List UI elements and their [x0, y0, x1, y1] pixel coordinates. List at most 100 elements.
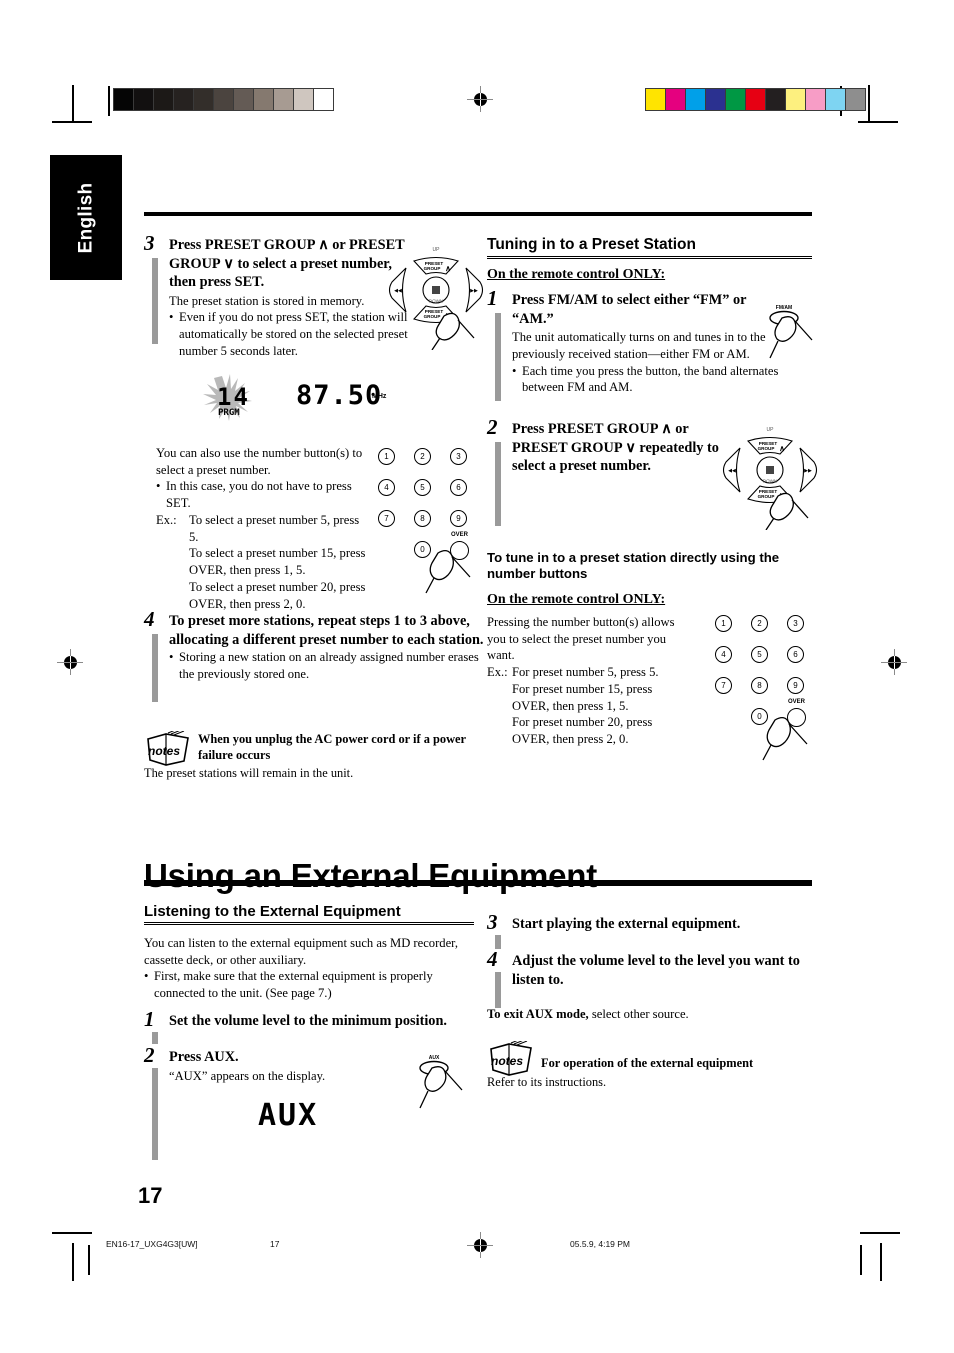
registration-mark-left [57, 649, 83, 675]
registration-mark-top [467, 86, 493, 112]
keypad-key-2[interactable]: 2 [751, 615, 768, 632]
swatch-7 [254, 89, 274, 110]
swatch-5 [214, 89, 234, 110]
preset-note-bullet: In this case, you do not have to press S… [156, 478, 366, 511]
footer-date: 05.5.9, 4:19 PM [570, 1239, 631, 1249]
swatch-1 [134, 89, 154, 110]
external-step-3-number: 3 [487, 910, 498, 934]
crop-mark-tl-v2 [108, 86, 110, 116]
section-title-tuning: Tuning in to a Preset Station [487, 236, 812, 259]
svg-text:∧: ∧ [779, 444, 785, 453]
swatch-6 [766, 89, 786, 110]
remote-fm-am-button-illustration[interactable]: FM/AM [762, 300, 824, 362]
swatch-3 [174, 89, 194, 110]
step-r1-number: 1 [487, 286, 498, 310]
lcd-display-aux: AUX [258, 1098, 319, 1133]
pointing-finger-icon-keypad-1 [425, 549, 471, 594]
notes-block-left: notes When you unplug the AC power cord … [144, 728, 496, 781]
step-r2-number: 2 [487, 415, 498, 439]
direct-tuning-subheading: To tune in to a preset station directly … [487, 550, 780, 582]
keypad-key-9[interactable]: 9 [450, 510, 467, 527]
top-rule [144, 212, 812, 216]
keypad-key-1[interactable]: 1 [378, 448, 395, 465]
exit-aux-bold: To exit AUX mode, [487, 1007, 589, 1021]
exit-aux-note: To exit AUX mode, select other source. [487, 1006, 812, 1023]
keypad-key-3[interactable]: 3 [450, 448, 467, 465]
external-intro: You can listen to the external equipment… [144, 936, 459, 967]
keypad-key-5[interactable]: 5 [414, 479, 431, 496]
step-r2-heading: Press PRESET GROUP ∧ or PRESET GROUP ∨ r… [512, 421, 719, 475]
step-4-bullet-1: Storing a new station on an already assi… [169, 649, 497, 682]
step-r1-bullet-1: Each time you press the button, the band… [512, 363, 810, 396]
keypad-key-7[interactable]: 7 [715, 677, 732, 694]
keypad-key-8[interactable]: 8 [414, 510, 431, 527]
step-r1-bar [495, 313, 501, 401]
swatch-10 [314, 89, 333, 110]
swatch-4 [194, 89, 214, 110]
direct-tuning-body: Pressing the number button(s) allows you… [487, 615, 675, 663]
step-r2-bar [495, 442, 501, 526]
keypad-key-4[interactable]: 4 [715, 646, 732, 663]
lcd-preset-number: 14 [217, 383, 250, 411]
keypad-key-5[interactable]: 5 [751, 646, 768, 663]
keypad-key-6[interactable]: 6 [450, 479, 467, 496]
svg-text:notes: notes [491, 1054, 523, 1068]
lcd-frequency: 87.50 [296, 380, 383, 411]
lcd-display-preset: 14 PRGM 87.50 MHz [200, 372, 400, 432]
swatch-0 [646, 89, 666, 110]
swatch-1 [666, 89, 686, 110]
svg-text:GROUP: GROUP [424, 314, 441, 319]
remote-aux-button-illustration[interactable]: AUX [412, 1050, 474, 1112]
lcd-frequency-unit: MHz [372, 393, 387, 400]
footer-page: 17 [270, 1239, 280, 1249]
swatch-6 [234, 89, 254, 110]
keypad-key-3[interactable]: 3 [787, 615, 804, 632]
external-intro-bullet: First, make sure that the external equip… [144, 968, 474, 1001]
step-4-heading: To preset more stations, repeat steps 1 … [169, 613, 484, 648]
keypad-key-4[interactable]: 4 [378, 479, 395, 496]
crop-mark-tr-v [868, 85, 870, 123]
svg-text:◀◀: ◀◀ [394, 288, 402, 294]
page-title: Using an External Equipment [144, 857, 598, 895]
step-4-bullets: Storing a new station on an already assi… [169, 649, 496, 682]
notes-icon-2: notes [490, 1041, 532, 1076]
pointing-finger-icon-keypad-2 [762, 716, 808, 761]
swatch-2 [686, 89, 706, 110]
registration-mark-bottom [467, 1232, 493, 1258]
keypad-key-2[interactable]: 2 [414, 448, 431, 465]
preset-note-text: You can also use the number button(s) to… [156, 446, 363, 477]
aux-button-label: AUX [429, 1055, 440, 1061]
grayscale-calibration-strip [113, 88, 334, 111]
swatch-9 [826, 89, 846, 110]
swatch-9 [294, 89, 314, 110]
crop-mark-tl-h [52, 121, 92, 123]
swatch-4 [726, 89, 746, 110]
step-4: 4 To preset more stations, repeat steps … [144, 609, 496, 702]
keypad-key-1[interactable]: 1 [715, 615, 732, 632]
swatch-3 [706, 89, 726, 110]
keypad-key-8[interactable]: 8 [751, 677, 768, 694]
remote-down-label: DOWN [429, 299, 443, 304]
language-tab: English [50, 155, 122, 280]
swatch-0 [114, 89, 134, 110]
notes-right-title: For operation of the external equipment [541, 1056, 754, 1070]
notes-block-right: notes For operation of the external equi… [487, 1038, 817, 1090]
keypad-over-label: OVER [788, 699, 806, 705]
external-step-4-heading: Adjust the volume level to the level you… [512, 953, 800, 988]
direct-example-line-1: For preset number 5, press 5. [512, 665, 659, 680]
page-title-rule [144, 880, 812, 886]
svg-text:UP: UP [767, 427, 775, 433]
keypad-key-9[interactable]: 9 [787, 677, 804, 694]
svg-text:∧: ∧ [445, 264, 451, 273]
direct-tuning-block: To tune in to a preset station directly … [487, 550, 812, 616]
step-r2: 2 Press PRESET GROUP ∧ or PRESET GROUP ∨… [487, 415, 737, 526]
lcd-prgm-label: PRGM [218, 408, 240, 418]
preset-example-label: Ex.: [156, 512, 177, 527]
external-step-1: 1 Set the volume level to the minimum po… [144, 1009, 484, 1044]
keypad-key-7[interactable]: 7 [378, 510, 395, 527]
notes-icon-1: notes [147, 731, 189, 766]
external-step-3: 3 Start playing the external equipment. [487, 910, 812, 949]
page-number: 17 [138, 1183, 163, 1208]
keypad-key-6[interactable]: 6 [787, 646, 804, 663]
crop-mark-bl-h [52, 1232, 92, 1234]
